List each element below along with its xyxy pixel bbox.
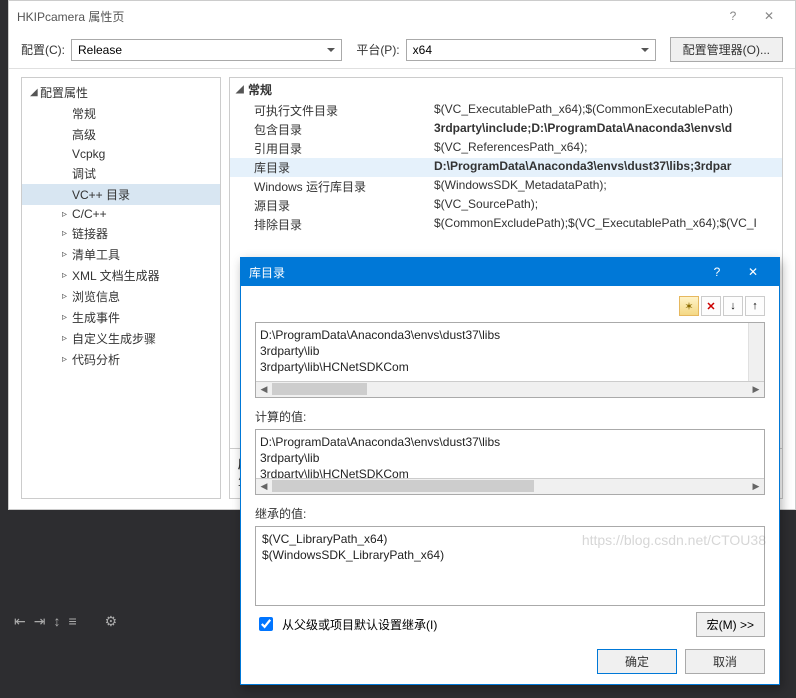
config-manager-button[interactable]: 配置管理器(O)... bbox=[670, 37, 783, 62]
move-down-icon[interactable]: ↓ bbox=[723, 296, 743, 316]
tree-item[interactable]: Vcpkg bbox=[22, 145, 220, 163]
inherit-checkbox-label: 从父级或项目默认设置继承(I) bbox=[282, 616, 437, 633]
list-item[interactable]: 3rdparty\lib bbox=[260, 343, 760, 359]
macro-button[interactable]: 宏(M) >> bbox=[696, 612, 765, 637]
horizontal-scrollbar[interactable]: ◀▶ bbox=[256, 381, 764, 397]
tree-item[interactable]: 高级 bbox=[22, 124, 220, 145]
dialog-titlebar: 库目录 ? ✕ bbox=[241, 258, 779, 286]
titlebar: HKIPcamera 属性页 ? ✕ bbox=[9, 1, 795, 31]
ide-icon[interactable]: ⇥ bbox=[34, 613, 46, 630]
platform-label: 平台(P): bbox=[356, 41, 399, 58]
list-item: D:\ProgramData\Anaconda3\envs\dust37\lib… bbox=[260, 434, 760, 450]
list-toolbar: ✶ ✕ ↓ ↑ bbox=[255, 296, 765, 316]
help-button[interactable]: ? bbox=[715, 2, 751, 30]
property-row[interactable]: 引用目录$(VC_ReferencesPath_x64); bbox=[230, 139, 782, 158]
property-row[interactable]: 排除目录$(CommonExcludePath);$(VC_Executable… bbox=[230, 215, 782, 234]
config-tree[interactable]: ◢配置属性 常规高级Vcpkg调试VC++ 目录▹C/C++▹链接器▹清单工具▹… bbox=[21, 77, 221, 499]
ide-icon[interactable]: ↕ bbox=[53, 613, 60, 630]
dialog-help-button[interactable]: ? bbox=[699, 259, 735, 285]
tree-item[interactable]: ▹生成事件 bbox=[22, 307, 220, 328]
tree-item[interactable]: ▹代码分析 bbox=[22, 349, 220, 370]
new-line-icon[interactable]: ✶ bbox=[679, 296, 699, 316]
dialog-title: 库目录 bbox=[249, 264, 285, 281]
inherit-checkbox[interactable] bbox=[259, 617, 273, 631]
ide-icon[interactable]: ⇤ bbox=[14, 613, 26, 630]
tree-item[interactable]: ▹C/C++ bbox=[22, 205, 220, 223]
move-up-icon[interactable]: ↑ bbox=[745, 296, 765, 316]
delete-icon[interactable]: ✕ bbox=[701, 296, 721, 316]
computed-label: 计算的值: bbox=[255, 408, 765, 425]
config-combo[interactable]: Release bbox=[71, 39, 342, 61]
computed-scrollbar[interactable]: ◀▶ bbox=[256, 478, 764, 494]
vertical-scrollbar[interactable] bbox=[748, 323, 764, 381]
property-row[interactable]: 源目录$(VC_SourcePath); bbox=[230, 196, 782, 215]
property-row[interactable]: 可执行文件目录$(VC_ExecutablePath_x64);$(Common… bbox=[230, 101, 782, 120]
ok-button[interactable]: 确定 bbox=[597, 649, 677, 674]
ide-icon[interactable]: ⚙ bbox=[105, 613, 118, 630]
tree-item[interactable]: 调试 bbox=[22, 163, 220, 184]
list-item: 3rdparty\lib\HCNetSDKCom bbox=[260, 466, 760, 478]
config-label: 配置(C): bbox=[21, 41, 65, 58]
category-row[interactable]: ◢常规 bbox=[230, 78, 782, 101]
tree-item[interactable]: VC++ 目录 bbox=[22, 184, 220, 205]
list-item: 3rdparty\lib bbox=[260, 450, 760, 466]
tree-item[interactable]: 常规 bbox=[22, 103, 220, 124]
config-bar: 配置(C): Release 平台(P): x64 配置管理器(O)... bbox=[9, 31, 795, 69]
property-row[interactable]: 库目录D:\ProgramData\Anaconda3\envs\dust37\… bbox=[230, 158, 782, 177]
tree-root[interactable]: ◢配置属性 bbox=[22, 82, 220, 103]
computed-listbox: D:\ProgramData\Anaconda3\envs\dust37\lib… bbox=[255, 429, 765, 495]
list-item[interactable]: D:\ProgramData\Anaconda3\envs\dust37\lib… bbox=[260, 327, 760, 343]
tree-item[interactable]: ▹自定义生成步骤 bbox=[22, 328, 220, 349]
list-item: $(WindowsSDK_LibraryPath_x64) bbox=[262, 547, 758, 563]
ide-icon[interactable]: ≡ bbox=[68, 613, 76, 630]
inherited-listbox: $(VC_LibraryPath_x64)$(WindowsSDK_Librar… bbox=[255, 526, 765, 606]
ide-toolbar-icons: ⇤ ⇥ ↕ ≡ ⚙ bbox=[14, 613, 117, 630]
cancel-button[interactable]: 取消 bbox=[685, 649, 765, 674]
list-item[interactable]: 3rdparty\lib\HCNetSDKCom bbox=[260, 359, 760, 375]
entries-listbox[interactable]: D:\ProgramData\Anaconda3\envs\dust37\lib… bbox=[255, 322, 765, 398]
dialog-close-button[interactable]: ✕ bbox=[735, 259, 771, 285]
inherited-label: 继承的值: bbox=[255, 505, 765, 522]
list-item: $(VC_LibraryPath_x64) bbox=[262, 531, 758, 547]
platform-combo[interactable]: x64 bbox=[406, 39, 656, 61]
property-row[interactable]: 包含目录3rdparty\include;D:\ProgramData\Anac… bbox=[230, 120, 782, 139]
close-button[interactable]: ✕ bbox=[751, 2, 787, 30]
property-row[interactable]: Windows 运行库目录$(WindowsSDK_MetadataPath); bbox=[230, 177, 782, 196]
window-title: HKIPcamera 属性页 bbox=[17, 8, 124, 25]
tree-item[interactable]: ▹XML 文档生成器 bbox=[22, 265, 220, 286]
library-directories-dialog: 库目录 ? ✕ ✶ ✕ ↓ ↑ D:\ProgramData\Anaconda3… bbox=[240, 257, 780, 685]
tree-item[interactable]: ▹浏览信息 bbox=[22, 286, 220, 307]
tree-item[interactable]: ▹清单工具 bbox=[22, 244, 220, 265]
tree-item[interactable]: ▹链接器 bbox=[22, 223, 220, 244]
